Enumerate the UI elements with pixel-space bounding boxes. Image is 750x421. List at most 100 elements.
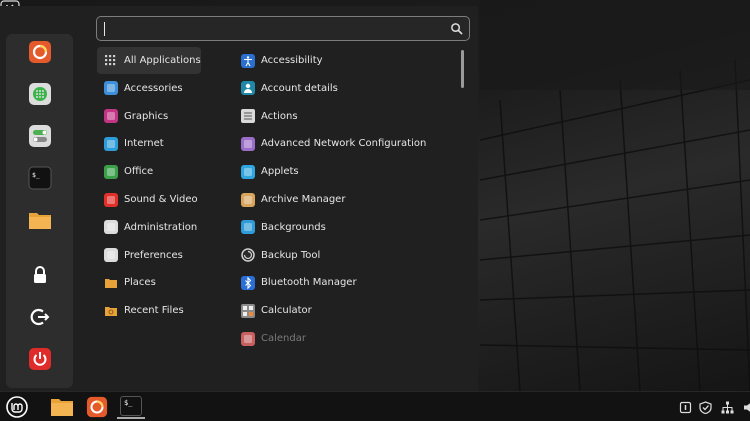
app-advanced-network-configuration[interactable]: Advanced Network Configuration	[236, 130, 456, 157]
app-backup-tool[interactable]: Backup Tool	[236, 242, 456, 269]
terminal-icon: $_	[28, 166, 52, 190]
category-internet[interactable]: Internet	[97, 130, 201, 157]
category-label: Sound & Video	[124, 194, 198, 205]
text-cursor	[104, 22, 105, 36]
accessories-icon	[104, 81, 118, 96]
category-sound-video[interactable]: Sound & Video	[97, 186, 201, 213]
power-icon	[29, 348, 51, 370]
category-places[interactable]: Places	[97, 269, 201, 296]
network-icon[interactable]	[721, 401, 734, 414]
category-label: Recent Files	[124, 305, 184, 317]
category-office[interactable]: Office	[97, 158, 201, 185]
app-label: Backup Tool	[261, 249, 321, 261]
app-archive-manager[interactable]: Archive Manager	[236, 186, 456, 213]
office-icon	[104, 164, 118, 179]
taskbar-files[interactable]	[49, 395, 75, 419]
calendar-icon	[241, 331, 255, 346]
graphics-icon	[104, 109, 118, 124]
lock-screen-button[interactable]	[27, 262, 53, 288]
favorite-files[interactable]	[27, 207, 53, 233]
category-label: Accessories	[124, 82, 183, 94]
calculator-icon	[241, 303, 255, 318]
category-administration[interactable]: Administration	[97, 214, 201, 241]
app-account-details[interactable]: Account details	[236, 75, 456, 102]
category-recent-files[interactable]: Recent Files	[97, 297, 201, 324]
network-icon	[241, 136, 255, 151]
backup-icon	[241, 248, 255, 262]
search-input[interactable]	[105, 20, 445, 37]
category-accessories[interactable]: Accessories	[97, 75, 201, 102]
favorite-firefox[interactable]	[27, 39, 53, 65]
app-label: Archive Manager	[261, 194, 346, 205]
svg-text:$_: $_	[32, 171, 40, 179]
favorite-software-manager[interactable]	[27, 81, 53, 107]
taskbar-firefox[interactable]	[84, 395, 110, 419]
applets-icon	[241, 164, 255, 179]
shutdown-button[interactable]	[27, 346, 53, 372]
app-actions[interactable]: Actions	[236, 103, 456, 130]
app-label: Backgrounds	[261, 221, 326, 233]
bottom-panel: $_	[0, 391, 750, 421]
internet-icon	[104, 136, 118, 151]
app-label: Advanced Network Configuration	[261, 138, 427, 150]
terminal-icon: $_	[120, 396, 142, 416]
favorite-system-settings[interactable]	[27, 123, 53, 149]
toggle-settings-icon	[29, 125, 51, 147]
app-label: Bluetooth Manager	[261, 277, 357, 289]
apps-icon	[29, 83, 51, 105]
category-graphics[interactable]: Graphics	[97, 103, 201, 130]
logout-button[interactable]	[27, 304, 53, 330]
search-icon	[451, 23, 463, 35]
folder-icon	[51, 399, 73, 416]
category-label: Office	[124, 166, 154, 178]
category-label: Internet	[124, 138, 164, 150]
app-applets[interactable]: Applets	[236, 158, 456, 185]
app-calculator[interactable]: Calculator	[236, 297, 456, 324]
favorites-sidebar: $_	[6, 34, 73, 388]
app-label: Actions	[261, 110, 298, 122]
backgrounds-icon	[241, 220, 255, 235]
app-label: Applets	[261, 166, 299, 178]
app-label: Account details	[261, 82, 338, 94]
administration-icon	[104, 220, 118, 235]
account-icon	[241, 81, 255, 96]
notification-icon[interactable]	[679, 401, 692, 414]
accessibility-icon	[241, 53, 255, 68]
category-label: Graphics	[124, 110, 169, 122]
application-menu: $_ All Applications Accessories Graphics…	[0, 6, 478, 391]
actions-icon	[241, 109, 255, 124]
app-calendar[interactable]: Calendar	[236, 325, 456, 352]
recent-folder-icon	[104, 304, 118, 318]
firefox-icon	[29, 41, 51, 63]
app-label: Calculator	[261, 305, 312, 317]
category-label: Preferences	[124, 249, 183, 261]
mint-logo-icon	[6, 396, 28, 418]
category-label: Administration	[124, 221, 198, 233]
bluetooth-icon	[241, 275, 255, 290]
archive-icon	[241, 192, 255, 207]
firefox-icon	[86, 396, 108, 418]
taskbar-terminal[interactable]: $_	[117, 395, 145, 419]
volume-icon[interactable]	[741, 401, 750, 414]
app-label: Calendar	[261, 333, 306, 344]
update-shield-icon[interactable]	[699, 401, 712, 414]
grid-icon	[104, 54, 118, 68]
preferences-icon	[104, 248, 118, 263]
favorite-terminal[interactable]: $_	[27, 165, 53, 191]
search-box[interactable]	[96, 16, 470, 41]
app-backgrounds[interactable]: Backgrounds	[236, 214, 456, 241]
sound-video-icon	[104, 192, 118, 207]
app-label: Accessibility	[261, 55, 323, 66]
app-bluetooth-manager[interactable]: Bluetooth Manager	[236, 269, 456, 296]
category-all-applications[interactable]: All Applications	[97, 47, 201, 74]
folder-icon	[29, 213, 51, 229]
lock-icon	[34, 266, 46, 283]
category-preferences[interactable]: Preferences	[97, 242, 201, 269]
menu-button[interactable]	[4, 395, 30, 419]
app-accessibility[interactable]: Accessibility	[236, 47, 456, 74]
app-list-scrollbar[interactable]	[461, 50, 464, 88]
logout-icon	[30, 308, 50, 326]
category-label: All Applications	[124, 55, 201, 66]
folder-icon	[104, 276, 118, 290]
category-label: Places	[124, 277, 156, 289]
